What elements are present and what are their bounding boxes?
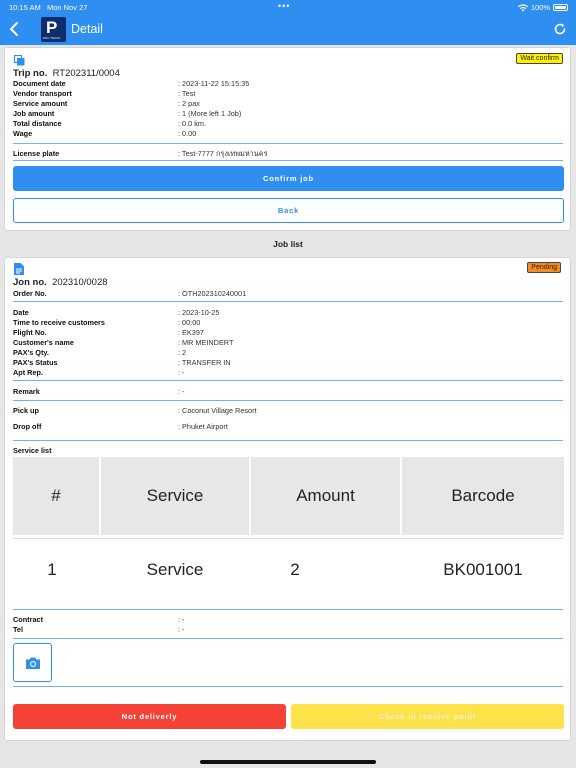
battery-icon bbox=[553, 4, 568, 11]
remark-label: Remark bbox=[13, 387, 40, 396]
trip-field-value: : 2023-11-22 15:15:35 bbox=[178, 79, 250, 88]
job-card: Pending Jon no. 202310/0028 Order No. : … bbox=[4, 257, 571, 741]
service-list-label: Service list bbox=[13, 446, 52, 455]
dropoff-label: Drop off bbox=[13, 422, 42, 431]
job-no: Jon no. 202310/0028 bbox=[13, 277, 108, 288]
trip-status-badge: Wait confirm bbox=[516, 53, 563, 64]
app-logo: P PRO TRACK bbox=[41, 17, 66, 42]
divider bbox=[13, 638, 563, 639]
logo-letter: P bbox=[46, 18, 58, 37]
trip-card: Wait confirm Trip no. RT202311/0004 Docu… bbox=[4, 47, 571, 231]
battery-percent: 100% bbox=[530, 3, 550, 12]
table-row-divider bbox=[13, 538, 563, 539]
trip-field-label: Document date bbox=[13, 79, 66, 88]
refresh-icon[interactable] bbox=[553, 22, 567, 36]
job-field-value: : 00:00 bbox=[178, 318, 201, 327]
table-cell-amount: 2 bbox=[290, 560, 300, 579]
divider bbox=[13, 400, 563, 401]
trip-no: Trip no. RT202311/0004 bbox=[13, 68, 120, 79]
table-cell-barcode: BK001001 bbox=[443, 560, 523, 579]
job-field-label: Date bbox=[13, 308, 29, 317]
job-field-label: Flight No. bbox=[13, 328, 47, 337]
job-field-value: : 2023-10-25 bbox=[178, 308, 220, 317]
trip-field-label: Vendor transport bbox=[13, 89, 72, 98]
contract-value: : - bbox=[178, 615, 185, 624]
dropoff-value: : Phuket Airport bbox=[178, 422, 228, 431]
divider bbox=[13, 301, 563, 302]
logo-subtext: PRO TRACK bbox=[43, 36, 61, 40]
trip-no-value: RT202311/0004 bbox=[52, 68, 120, 79]
multitask-dots-icon[interactable]: ••• bbox=[278, 1, 290, 11]
job-field-label: Time to receive customers bbox=[13, 318, 105, 327]
job-field-value: : - bbox=[178, 368, 185, 377]
table-cell-service: Service bbox=[146, 560, 204, 579]
trip-field-label: Service amount bbox=[13, 99, 68, 108]
job-field-value: : EK397 bbox=[178, 328, 204, 337]
pickup-label: Pick up bbox=[13, 406, 39, 415]
status-date: Mon Nov 27 bbox=[46, 3, 88, 12]
job-field-value: : MR MEINDERT bbox=[178, 338, 234, 347]
divider bbox=[13, 440, 563, 441]
job-field-label: PAX's Qty. bbox=[13, 348, 49, 357]
divider bbox=[13, 380, 563, 381]
job-status-badge: Pending bbox=[527, 262, 561, 273]
license-plate-value: : Test-7777 กรุงเทพมหานคร bbox=[178, 149, 268, 158]
trip-field-label: Wage bbox=[13, 129, 33, 138]
trip-field-value: : 0.00 bbox=[178, 129, 197, 138]
check-in-receive-point-button[interactable]: Check in receive point bbox=[291, 704, 564, 729]
status-time-date: 10:15 AM Mon Nov 27 bbox=[9, 3, 87, 12]
job-field-value: : TRANSFER IN bbox=[178, 358, 231, 367]
table-header-amount: Amount bbox=[251, 457, 400, 535]
trip-no-label: Trip no. bbox=[13, 68, 48, 79]
order-no-value: : OTH202310240001 bbox=[178, 289, 247, 298]
camera-icon bbox=[26, 657, 40, 669]
home-indicator bbox=[200, 760, 376, 764]
divider bbox=[13, 609, 563, 610]
trip-field-value: : 2 pax bbox=[178, 99, 200, 108]
copy-icon bbox=[14, 55, 25, 66]
page-title: Detail bbox=[71, 22, 103, 36]
divider bbox=[13, 686, 563, 687]
trip-field-value: : 1 (More left 1 Job) bbox=[178, 109, 242, 118]
job-no-value: 202310/0028 bbox=[52, 277, 108, 288]
remark-value: : - bbox=[178, 387, 185, 396]
table-cell-index: 1 bbox=[47, 560, 57, 579]
back-button[interactable]: Back bbox=[13, 198, 564, 223]
license-plate-label: License plate bbox=[13, 149, 60, 158]
confirm-job-button[interactable]: Confirm job bbox=[13, 166, 564, 191]
wifi-icon bbox=[517, 3, 528, 11]
tel-label: Tel bbox=[13, 625, 24, 634]
document-icon bbox=[14, 263, 24, 275]
divider bbox=[13, 143, 563, 144]
divider bbox=[13, 160, 563, 161]
trip-field-value: : Test bbox=[178, 89, 196, 98]
trip-field-label: Job amount bbox=[13, 109, 55, 118]
job-field-label: PAX's Status bbox=[13, 358, 58, 367]
job-field-label: Customer's name bbox=[13, 338, 74, 347]
table-header-service: Service bbox=[101, 457, 249, 535]
job-list-title: Job list bbox=[273, 239, 303, 249]
not-delivery-button[interactable]: Not deliverly bbox=[13, 704, 286, 729]
tel-value: : - bbox=[178, 625, 185, 634]
contract-label: Contract bbox=[13, 615, 43, 624]
back-arrow-icon[interactable] bbox=[5, 19, 25, 39]
status-right: 100% bbox=[517, 3, 568, 12]
job-no-label: Jon no. bbox=[13, 277, 47, 288]
camera-button[interactable] bbox=[13, 643, 52, 682]
nav-bar: P PRO TRACK Detail bbox=[0, 14, 576, 45]
status-time: 10:15 AM bbox=[9, 3, 41, 12]
trip-field-label: Total distance bbox=[13, 119, 62, 128]
status-bar: 10:15 AM Mon Nov 27 ••• 100% bbox=[0, 0, 576, 14]
order-no-label: Order No. bbox=[13, 289, 47, 298]
pickup-value: : Coconut Village Resort bbox=[178, 406, 257, 415]
table-header-index: # bbox=[13, 457, 99, 535]
trip-field-value: : 0.0 km. bbox=[178, 119, 206, 128]
table-header-barcode: Barcode bbox=[402, 457, 564, 535]
job-field-label: Apt Rep. bbox=[13, 368, 43, 377]
job-field-value: : 2 bbox=[178, 348, 187, 357]
